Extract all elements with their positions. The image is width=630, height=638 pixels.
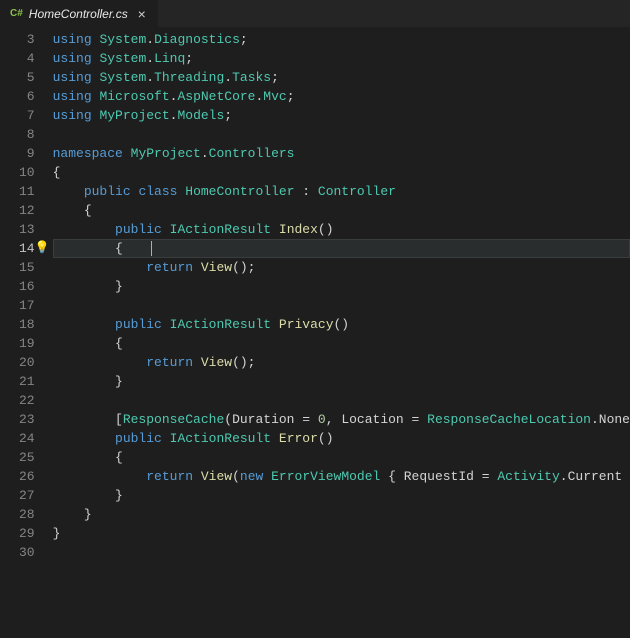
line-number: 8: [0, 125, 35, 144]
code-line[interactable]: [53, 543, 630, 562]
lightbulb-icon[interactable]: 💡: [35, 239, 50, 258]
code-line[interactable]: return View();: [53, 258, 630, 277]
text-cursor: [151, 241, 152, 256]
line-number: 9: [0, 144, 35, 163]
code-line[interactable]: using System.Threading.Tasks;: [53, 68, 630, 87]
code-area[interactable]: using System.Diagnostics;using System.Li…: [53, 28, 630, 638]
line-number: 19: [0, 334, 35, 353]
line-number: 7: [0, 106, 35, 125]
code-line[interactable]: {: [53, 163, 630, 182]
code-line[interactable]: namespace MyProject.Controllers: [53, 144, 630, 163]
code-line[interactable]: [53, 391, 630, 410]
code-line[interactable]: public class HomeController : Controller: [53, 182, 630, 201]
line-number: 17: [0, 296, 35, 315]
csharp-icon: C#: [10, 8, 23, 19]
line-number: 26: [0, 467, 35, 486]
code-line[interactable]: return View(new ErrorViewModel { Request…: [53, 467, 630, 486]
code-line[interactable]: public IActionResult Privacy(): [53, 315, 630, 334]
line-number: 15: [0, 258, 35, 277]
code-line[interactable]: }: [53, 372, 630, 391]
line-number-gutter: 3456789101112131415161718192021222324252…: [0, 28, 53, 638]
line-number: 29: [0, 524, 35, 543]
line-number: 24: [0, 429, 35, 448]
code-line[interactable]: public IActionResult Index(): [53, 220, 630, 239]
line-number: 10: [0, 163, 35, 182]
line-number: 16: [0, 277, 35, 296]
code-line[interactable]: {: [53, 201, 630, 220]
code-line[interactable]: }: [53, 486, 630, 505]
code-line[interactable]: using MyProject.Models;: [53, 106, 630, 125]
line-number: 18: [0, 315, 35, 334]
tab-title: HomeController.cs: [29, 7, 128, 21]
line-number: 25: [0, 448, 35, 467]
line-number: 21: [0, 372, 35, 391]
code-line[interactable]: }: [53, 277, 630, 296]
code-line[interactable]: 💡 {: [53, 239, 630, 258]
code-line[interactable]: return View();: [53, 353, 630, 372]
line-number: 14: [0, 239, 35, 258]
code-line[interactable]: }: [53, 524, 630, 543]
code-line[interactable]: }: [53, 505, 630, 524]
editor-tab[interactable]: C# HomeController.cs ×: [0, 0, 158, 27]
code-line[interactable]: using Microsoft.AspNetCore.Mvc;: [53, 87, 630, 106]
line-number: 6: [0, 87, 35, 106]
line-number: 4: [0, 49, 35, 68]
code-line[interactable]: {: [53, 448, 630, 467]
code-line[interactable]: {: [53, 334, 630, 353]
line-number: 3: [0, 30, 35, 49]
close-icon[interactable]: ×: [134, 6, 150, 22]
line-number: 5: [0, 68, 35, 87]
line-number: 28: [0, 505, 35, 524]
line-number: 12: [0, 201, 35, 220]
code-line[interactable]: [ResponseCache(Duration = 0, Location = …: [53, 410, 630, 429]
code-line[interactable]: public IActionResult Error(): [53, 429, 630, 448]
line-number: 22: [0, 391, 35, 410]
line-number: 11: [0, 182, 35, 201]
line-number: 13: [0, 220, 35, 239]
code-line[interactable]: [53, 125, 630, 144]
code-line[interactable]: using System.Linq;: [53, 49, 630, 68]
line-number: 23: [0, 410, 35, 429]
line-number: 27: [0, 486, 35, 505]
line-number: 30: [0, 543, 35, 562]
tab-bar: C# HomeController.cs ×: [0, 0, 630, 28]
code-editor[interactable]: 3456789101112131415161718192021222324252…: [0, 28, 630, 638]
code-line[interactable]: using System.Diagnostics;: [53, 30, 630, 49]
code-line[interactable]: [53, 296, 630, 315]
line-number: 20: [0, 353, 35, 372]
